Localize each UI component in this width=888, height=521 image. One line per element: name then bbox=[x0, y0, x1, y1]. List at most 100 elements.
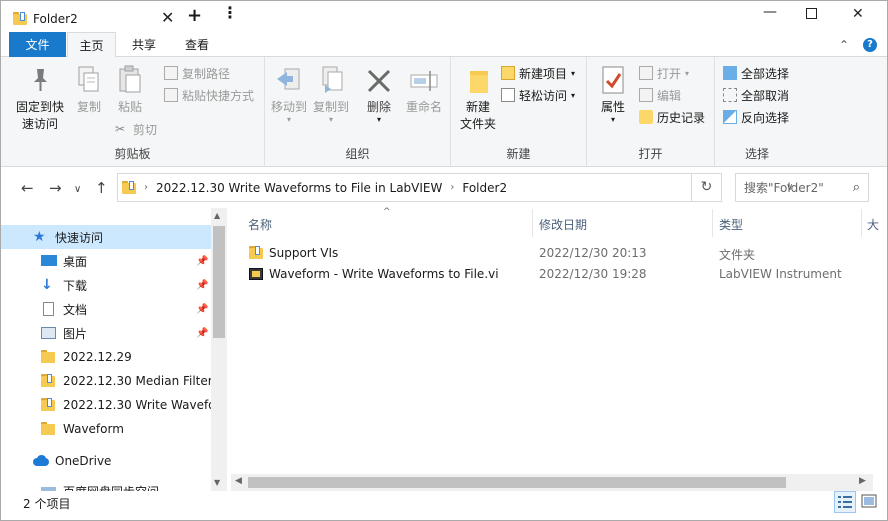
folder-icon bbox=[41, 422, 57, 436]
edit-button[interactable]: 编辑 bbox=[639, 85, 681, 105]
copy-to-label: 复制到 bbox=[312, 100, 349, 114]
more-options-icon[interactable]: ⋮ bbox=[222, 5, 238, 21]
large-icons-view-button[interactable] bbox=[859, 491, 881, 513]
nav-scrollbar[interactable]: ▲ ▼ bbox=[211, 208, 227, 491]
easy-access-button[interactable]: 轻松访问 ▾ bbox=[501, 85, 575, 105]
chevron-down-icon: ▾ bbox=[610, 115, 615, 124]
folder-icon bbox=[13, 11, 27, 26]
content-scrollbar[interactable]: ◀ ▶ bbox=[231, 474, 873, 491]
address-bar[interactable]: › 2022.12.30 Write Waveforms to File in … bbox=[117, 173, 793, 202]
scrollbar-thumb[interactable] bbox=[248, 477, 786, 488]
nav-item-folder[interactable]: 2022.12.29 bbox=[1, 345, 211, 369]
column-header-name[interactable]: 名称 bbox=[248, 213, 272, 235]
clipboard-group-label: 剪贴板 bbox=[114, 147, 151, 161]
move-to-button[interactable]: 移动到 ▾ bbox=[269, 63, 309, 124]
clipboard-group: 固定到快 速访问 复制 粘贴 复制路径 粘贴快捷方式 ✂ 剪切 剪贴板 bbox=[1, 57, 265, 167]
column-header-type[interactable]: 类型 bbox=[719, 213, 743, 235]
open-button[interactable]: 打开 ▾ bbox=[639, 63, 689, 83]
breadcrumb-item[interactable]: 2022.12.30 Write Waveforms to File in La… bbox=[156, 181, 442, 195]
nav-item-label: 2022.12.30 Median Filtering bbox=[63, 374, 211, 388]
nav-item-folder[interactable]: 2022.12.30 Median Filtering bbox=[1, 369, 211, 393]
scroll-up-icon[interactable]: ▲ bbox=[214, 211, 220, 220]
search-input[interactable]: 搜索"Folder2" ⌕ bbox=[735, 173, 869, 202]
copy-icon bbox=[73, 63, 105, 97]
select-all-label: 全部选择 bbox=[741, 66, 790, 81]
nav-item-label: 下载 bbox=[63, 278, 88, 293]
new-item-label: 新建项目 bbox=[519, 66, 568, 81]
window-tab[interactable]: Folder2 ✕ bbox=[7, 5, 179, 32]
new-item-button[interactable]: 新建项目 ▾ bbox=[501, 63, 575, 83]
item-count: 2 个项目 bbox=[23, 497, 71, 511]
nav-item-quick-access[interactable]: ★ 快速访问 bbox=[1, 225, 211, 249]
paste-button[interactable]: 粘贴 bbox=[113, 63, 147, 116]
pin-icon: 📌 bbox=[196, 304, 209, 315]
breadcrumb-item[interactable]: Folder2 bbox=[462, 181, 507, 195]
column-header-modified[interactable]: 修改日期 bbox=[539, 213, 587, 235]
paste-shortcut-icon bbox=[164, 88, 178, 102]
scroll-right-icon[interactable]: ▶ bbox=[859, 476, 866, 486]
close-window-icon[interactable]: ✕ bbox=[852, 6, 864, 22]
column-header-size[interactable]: 大 bbox=[867, 213, 879, 235]
nav-item-desktop[interactable]: 桌面 bbox=[1, 249, 211, 273]
details-view-button[interactable] bbox=[834, 491, 856, 513]
column-divider[interactable] bbox=[861, 209, 862, 237]
up-arrow-icon[interactable]: ↑ bbox=[95, 179, 108, 197]
nav-item-downloads[interactable]: ↓ 下载 bbox=[1, 273, 211, 297]
folder-icon bbox=[122, 180, 136, 195]
tab-home[interactable]: 主页 bbox=[67, 32, 116, 58]
nav-item-label: 百度网盘同步空间 bbox=[63, 483, 159, 492]
nav-item-label: 图片 bbox=[63, 326, 88, 341]
copy-to-button[interactable]: 复制到 ▾ bbox=[311, 63, 351, 124]
scissors-icon: ✂ bbox=[115, 122, 126, 136]
nav-item-onedrive[interactable]: OneDrive bbox=[1, 449, 211, 473]
column-divider[interactable] bbox=[712, 209, 713, 237]
select-all-button[interactable]: 全部选择 bbox=[723, 63, 789, 83]
recent-locations-icon[interactable]: ∨ bbox=[74, 184, 81, 195]
folder-icon bbox=[41, 350, 57, 364]
tab-share[interactable]: 共享 bbox=[121, 32, 167, 57]
tab-view[interactable]: 查看 bbox=[173, 32, 221, 57]
new-folder-icon bbox=[462, 63, 494, 97]
cut-label: 剪切 bbox=[133, 122, 158, 137]
forward-arrow-icon[interactable]: → bbox=[49, 179, 62, 197]
copy-button[interactable]: 复制 bbox=[72, 63, 106, 116]
column-divider[interactable] bbox=[532, 209, 533, 237]
nav-item-folder[interactable]: 2022.12.30 Write Waveforms bbox=[1, 393, 211, 417]
nav-item-documents[interactable]: 文档 bbox=[1, 297, 211, 321]
back-arrow-icon[interactable]: ← bbox=[21, 179, 34, 197]
nav-item-folder[interactable]: Waveform bbox=[1, 417, 211, 441]
file-row[interactable]: Support VIs 2022/12/30 20:13 文件夹 bbox=[245, 243, 865, 264]
download-icon: ↓ bbox=[41, 277, 53, 293]
select-none-button[interactable]: 全部取消 bbox=[723, 85, 789, 105]
pin-quick-access-button[interactable]: 固定到快 速访问 bbox=[15, 63, 65, 133]
new-folder-button[interactable]: 新建 文件夹 bbox=[455, 63, 501, 133]
file-row[interactable]: Waveform - Write Waveforms to File.vi 20… bbox=[245, 264, 865, 285]
refresh-button[interactable]: ↻ bbox=[692, 173, 722, 202]
new-tab-button[interactable]: + bbox=[187, 5, 202, 26]
close-tab-icon[interactable]: ✕ bbox=[161, 8, 174, 27]
history-button[interactable]: 历史记录 bbox=[639, 107, 705, 127]
scrollbar-thumb[interactable] bbox=[213, 226, 225, 338]
cut-button[interactable]: ✂ 剪切 bbox=[115, 119, 157, 139]
tab-file[interactable]: 文件 bbox=[9, 32, 66, 57]
maximize-icon[interactable] bbox=[806, 7, 817, 23]
minimize-icon[interactable]: — bbox=[763, 4, 777, 20]
delete-button[interactable]: 删除 ▾ bbox=[362, 63, 396, 124]
copy-path-button[interactable]: 复制路径 bbox=[164, 63, 230, 83]
edit-icon bbox=[639, 88, 653, 102]
nav-item-pictures[interactable]: 图片 bbox=[1, 321, 211, 345]
rename-button[interactable]: 重命名 bbox=[403, 63, 445, 116]
nav-item-sync[interactable]: 百度网盘同步空间 bbox=[1, 479, 211, 491]
new-item-icon bbox=[501, 66, 515, 80]
drive-icon bbox=[41, 484, 57, 491]
scroll-left-icon[interactable]: ◀ bbox=[235, 476, 242, 486]
history-label: 历史记录 bbox=[657, 110, 706, 125]
paste-shortcut-button[interactable]: 粘贴快捷方式 bbox=[164, 85, 254, 105]
help-icon[interactable]: ? bbox=[863, 38, 877, 52]
chevron-down-icon: ▾ bbox=[376, 115, 381, 124]
folder-icon bbox=[41, 398, 57, 412]
invert-selection-button[interactable]: 反向选择 bbox=[723, 107, 789, 127]
scroll-down-icon[interactable]: ▼ bbox=[214, 478, 220, 487]
collapse-ribbon-icon[interactable]: ⌃ bbox=[839, 38, 849, 52]
properties-button[interactable]: 属性 ▾ bbox=[595, 63, 631, 124]
